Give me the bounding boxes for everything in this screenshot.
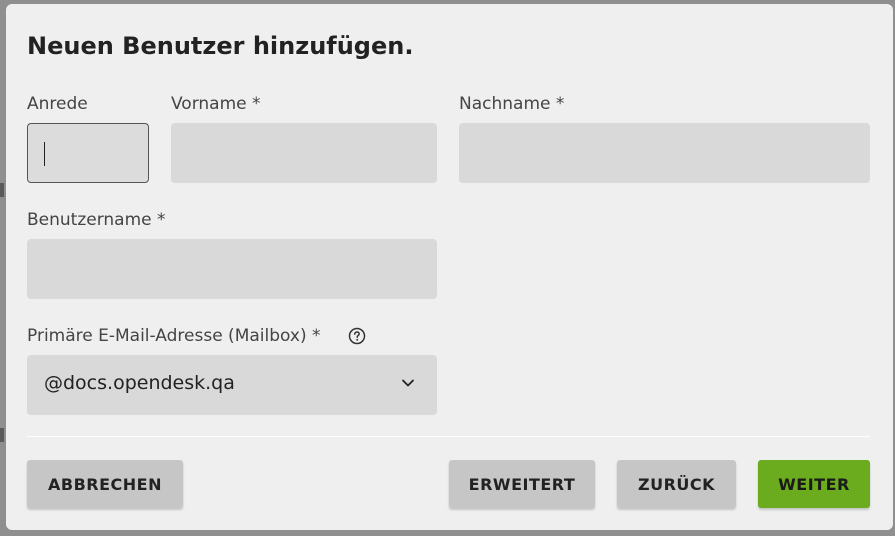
mailbox-label: Primäre E-Mail-Adresse (Mailbox) * xyxy=(27,326,321,346)
footer-divider xyxy=(27,436,870,437)
salutation-input[interactable] xyxy=(27,123,149,183)
dialog-title: Neuen Benutzer hinzufügen. xyxy=(27,32,414,60)
add-user-dialog: Neuen Benutzer hinzufügen. Anrede Vornam… xyxy=(6,4,893,530)
next-button[interactable]: WEITER xyxy=(758,460,870,508)
text-caret xyxy=(44,142,45,166)
mailbox-domain-value: @docs.opendesk.qa xyxy=(44,372,235,394)
mailbox-domain-select[interactable]: @docs.opendesk.qa xyxy=(27,355,437,415)
backdrop-edge-mark xyxy=(0,183,4,197)
backdrop-edge-mark xyxy=(0,428,4,442)
back-button[interactable]: ZURÜCK xyxy=(617,460,736,508)
chevron-down-icon xyxy=(401,375,415,389)
firstname-input[interactable] xyxy=(171,123,437,183)
help-icon[interactable] xyxy=(348,327,366,345)
cancel-button[interactable]: ABBRECHEN xyxy=(27,460,183,508)
firstname-label: Vorname * xyxy=(171,94,261,114)
username-input[interactable] xyxy=(27,239,437,299)
lastname-label: Nachname * xyxy=(459,94,565,114)
username-label: Benutzername * xyxy=(27,210,166,230)
advanced-button[interactable]: ERWEITERT xyxy=(449,460,595,508)
lastname-input[interactable] xyxy=(459,123,870,183)
salutation-label: Anrede xyxy=(27,94,88,114)
